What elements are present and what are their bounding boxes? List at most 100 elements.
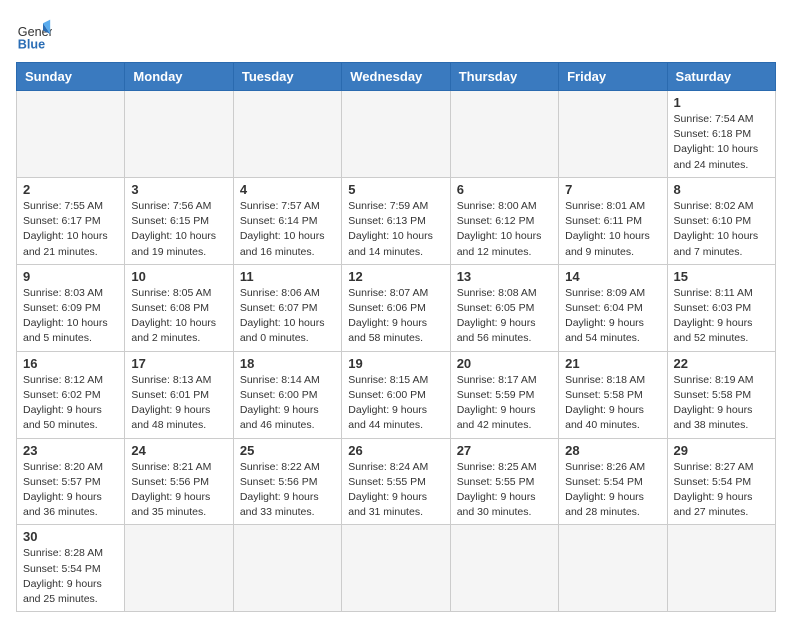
day-info: Sunrise: 8:06 AM Sunset: 6:07 PM Dayligh… <box>240 286 335 347</box>
calendar-cell <box>17 91 125 178</box>
day-info: Sunrise: 8:01 AM Sunset: 6:11 PM Dayligh… <box>565 199 660 260</box>
calendar-cell: 27 Sunrise: 8:25 AM Sunset: 5:55 PM Dayli… <box>450 438 558 525</box>
day-info: Sunrise: 8:03 AM Sunset: 6:09 PM Dayligh… <box>23 286 118 347</box>
calendar-cell: 14 Sunrise: 8:09 AM Sunset: 6:04 PM Dayli… <box>559 264 667 351</box>
day-info: Sunrise: 8:20 AM Sunset: 5:57 PM Dayligh… <box>23 460 118 521</box>
day-number: 27 <box>457 443 552 458</box>
calendar-cell: 19Sunrise: 8:15 AM Sunset: 6:00 PM Dayli… <box>342 351 450 438</box>
col-header-wednesday: Wednesday <box>342 63 450 91</box>
day-number: 22 <box>674 356 769 371</box>
day-info: Sunrise: 8:19 AM Sunset: 5:58 PM Dayligh… <box>674 373 769 434</box>
calendar-cell: 29Sunrise: 8:27 AM Sunset: 5:54 PM Dayli… <box>667 438 775 525</box>
day-info: Sunrise: 8:14 AM Sunset: 6:00 PM Dayligh… <box>240 373 335 434</box>
calendar-cell: 8 Sunrise: 8:02 AM Sunset: 6:10 PM Daylig… <box>667 177 775 264</box>
col-header-tuesday: Tuesday <box>233 63 341 91</box>
calendar-cell: 9 Sunrise: 8:03 AM Sunset: 6:09 PM Daylig… <box>17 264 125 351</box>
calendar-cell: 20 Sunrise: 8:17 AM Sunset: 5:59 PM Dayli… <box>450 351 558 438</box>
calendar-cell <box>125 91 233 178</box>
calendar-cell: 26 Sunrise: 8:24 AM Sunset: 5:55 PM Dayli… <box>342 438 450 525</box>
day-number: 11 <box>240 269 335 284</box>
day-number: 24 <box>131 443 226 458</box>
logo-icon: General Blue <box>16 16 52 52</box>
day-number: 16 <box>23 356 118 371</box>
day-number: 25 <box>240 443 335 458</box>
calendar-cell: 6 Sunrise: 8:00 AM Sunset: 6:12 PM Daylig… <box>450 177 558 264</box>
day-number: 26 <box>348 443 443 458</box>
calendar-week-row: 30Sunrise: 8:28 AM Sunset: 5:54 PM Dayli… <box>17 525 776 612</box>
calendar-cell: 13 Sunrise: 8:08 AM Sunset: 6:05 PM Dayli… <box>450 264 558 351</box>
calendar-cell: 2 Sunrise: 7:55 AM Sunset: 6:17 PM Daylig… <box>17 177 125 264</box>
day-info: Sunrise: 8:02 AM Sunset: 6:10 PM Dayligh… <box>674 199 769 260</box>
col-header-thursday: Thursday <box>450 63 558 91</box>
col-header-friday: Friday <box>559 63 667 91</box>
day-number: 8 <box>674 182 769 197</box>
day-info: Sunrise: 8:07 AM Sunset: 6:06 PM Dayligh… <box>348 286 443 347</box>
calendar-cell: 11 Sunrise: 8:06 AM Sunset: 6:07 PM Dayli… <box>233 264 341 351</box>
svg-text:Blue: Blue <box>18 37 45 51</box>
calendar-cell <box>125 525 233 612</box>
day-number: 20 <box>457 356 552 371</box>
day-info: Sunrise: 7:55 AM Sunset: 6:17 PM Dayligh… <box>23 199 118 260</box>
day-info: Sunrise: 7:56 AM Sunset: 6:15 PM Dayligh… <box>131 199 226 260</box>
calendar-cell: 24 Sunrise: 8:21 AM Sunset: 5:56 PM Dayli… <box>125 438 233 525</box>
calendar-cell: 16Sunrise: 8:12 AM Sunset: 6:02 PM Dayli… <box>17 351 125 438</box>
col-header-monday: Monday <box>125 63 233 91</box>
day-info: Sunrise: 8:18 AM Sunset: 5:58 PM Dayligh… <box>565 373 660 434</box>
calendar-cell: 3 Sunrise: 7:56 AM Sunset: 6:15 PM Daylig… <box>125 177 233 264</box>
day-info: Sunrise: 8:17 AM Sunset: 5:59 PM Dayligh… <box>457 373 552 434</box>
day-number: 15 <box>674 269 769 284</box>
calendar-cell: 15 Sunrise: 8:11 AM Sunset: 6:03 PM Dayli… <box>667 264 775 351</box>
calendar-cell: 5 Sunrise: 7:59 AM Sunset: 6:13 PM Daylig… <box>342 177 450 264</box>
calendar-cell <box>450 525 558 612</box>
day-number: 3 <box>131 182 226 197</box>
day-number: 14 <box>565 269 660 284</box>
day-number: 28 <box>565 443 660 458</box>
calendar-week-row: 1Sunrise: 7:54 AM Sunset: 6:18 PM Daylig… <box>17 91 776 178</box>
day-info: Sunrise: 8:13 AM Sunset: 6:01 PM Dayligh… <box>131 373 226 434</box>
calendar-week-row: 9 Sunrise: 8:03 AM Sunset: 6:09 PM Daylig… <box>17 264 776 351</box>
day-info: Sunrise: 8:21 AM Sunset: 5:56 PM Dayligh… <box>131 460 226 521</box>
calendar-cell: 23 Sunrise: 8:20 AM Sunset: 5:57 PM Dayli… <box>17 438 125 525</box>
calendar-cell <box>233 91 341 178</box>
day-number: 19 <box>348 356 443 371</box>
day-info: Sunrise: 8:22 AM Sunset: 5:56 PM Dayligh… <box>240 460 335 521</box>
calendar-cell: 30Sunrise: 8:28 AM Sunset: 5:54 PM Dayli… <box>17 525 125 612</box>
day-info: Sunrise: 8:25 AM Sunset: 5:55 PM Dayligh… <box>457 460 552 521</box>
calendar-week-row: 23 Sunrise: 8:20 AM Sunset: 5:57 PM Dayli… <box>17 438 776 525</box>
day-info: Sunrise: 8:09 AM Sunset: 6:04 PM Dayligh… <box>565 286 660 347</box>
day-info: Sunrise: 7:59 AM Sunset: 6:13 PM Dayligh… <box>348 199 443 260</box>
day-number: 5 <box>348 182 443 197</box>
day-number: 17 <box>131 356 226 371</box>
day-number: 6 <box>457 182 552 197</box>
day-info: Sunrise: 8:24 AM Sunset: 5:55 PM Dayligh… <box>348 460 443 521</box>
logo: General Blue <box>16 16 56 52</box>
day-info: Sunrise: 8:08 AM Sunset: 6:05 PM Dayligh… <box>457 286 552 347</box>
calendar-week-row: 16Sunrise: 8:12 AM Sunset: 6:02 PM Dayli… <box>17 351 776 438</box>
calendar-cell: 7 Sunrise: 8:01 AM Sunset: 6:11 PM Daylig… <box>559 177 667 264</box>
day-number: 29 <box>674 443 769 458</box>
day-number: 12 <box>348 269 443 284</box>
calendar: SundayMondayTuesdayWednesdayThursdayFrid… <box>16 62 776 612</box>
calendar-cell <box>342 91 450 178</box>
calendar-cell: 22 Sunrise: 8:19 AM Sunset: 5:58 PM Dayli… <box>667 351 775 438</box>
day-number: 1 <box>674 95 769 110</box>
day-info: Sunrise: 8:00 AM Sunset: 6:12 PM Dayligh… <box>457 199 552 260</box>
day-number: 30 <box>23 529 118 544</box>
calendar-week-row: 2 Sunrise: 7:55 AM Sunset: 6:17 PM Daylig… <box>17 177 776 264</box>
day-info: Sunrise: 8:11 AM Sunset: 6:03 PM Dayligh… <box>674 286 769 347</box>
day-number: 7 <box>565 182 660 197</box>
day-number: 2 <box>23 182 118 197</box>
day-info: Sunrise: 8:26 AM Sunset: 5:54 PM Dayligh… <box>565 460 660 521</box>
calendar-cell <box>342 525 450 612</box>
calendar-cell: 21Sunrise: 8:18 AM Sunset: 5:58 PM Dayli… <box>559 351 667 438</box>
col-header-saturday: Saturday <box>667 63 775 91</box>
day-number: 23 <box>23 443 118 458</box>
calendar-cell <box>233 525 341 612</box>
day-number: 9 <box>23 269 118 284</box>
calendar-cell: 12 Sunrise: 8:07 AM Sunset: 6:06 PM Dayli… <box>342 264 450 351</box>
calendar-cell: 25 Sunrise: 8:22 AM Sunset: 5:56 PM Dayli… <box>233 438 341 525</box>
calendar-cell: 28 Sunrise: 8:26 AM Sunset: 5:54 PM Dayli… <box>559 438 667 525</box>
calendar-cell: 1Sunrise: 7:54 AM Sunset: 6:18 PM Daylig… <box>667 91 775 178</box>
day-number: 10 <box>131 269 226 284</box>
day-number: 13 <box>457 269 552 284</box>
